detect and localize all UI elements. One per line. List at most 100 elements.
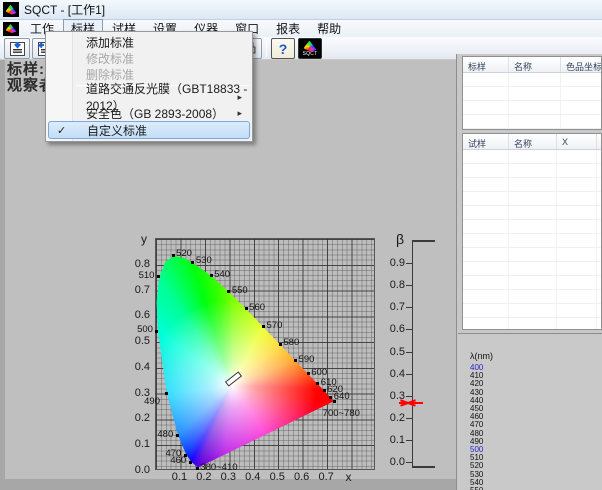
table-row[interactable] [463,276,601,290]
beta-tick-label: 0.2 [375,412,405,424]
chromaticity-diagram [155,238,375,470]
checkmark-icon: ✓ [57,124,66,137]
help-icon: ? [279,42,288,56]
table-row[interactable] [463,178,601,192]
table-row[interactable] [463,290,601,304]
wavelength-value: 470 [470,421,602,429]
dropdown-item[interactable]: 道路交通反光膜（GBT18833 - 2012）▸ [48,89,250,105]
table-cell [557,234,597,248]
document-system-icon[interactable] [3,22,19,36]
dropdown-item[interactable]: ✓自定义标准 [48,121,250,139]
table-row[interactable] [463,262,601,276]
table-cell [557,192,597,206]
beta-tick [406,418,412,419]
table-cell [509,87,561,101]
beta-tick [406,462,412,463]
table-cell [561,87,602,101]
table-row[interactable] [463,304,601,318]
wavelength-list: 4004104204304404504604704804905005105205… [470,364,602,490]
table-cell [597,164,602,178]
beta-axis-line [412,240,435,242]
column-header[interactable]: 名称 [509,134,557,149]
table-row[interactable] [463,248,601,262]
table-cell [597,192,602,206]
window-bottom-edge [0,479,456,490]
standard-table[interactable]: 标样名称色品坐标 [462,56,602,130]
table-cell [597,304,602,318]
table-cell [561,115,602,129]
table-cell [463,206,509,220]
table-row[interactable] [463,150,601,164]
table-row[interactable] [463,101,601,115]
wavelength-value: 480 [470,430,602,438]
y-tick-label: 0.3 [124,387,150,399]
table-cell [557,248,597,262]
beta-tick-label: 0.5 [375,346,405,358]
table-row[interactable] [463,192,601,206]
sample-table[interactable]: 试样名称XY [462,133,602,330]
wavelength-value: 440 [470,397,602,405]
column-header[interactable]: 名称 [509,57,561,72]
table-cell [509,290,557,304]
table-cell [509,318,557,330]
table-row[interactable] [463,318,601,330]
wavelength-header: λ(nm) [470,351,602,361]
wavelength-value: 540 [470,479,602,487]
beta-tick-label: 0.7 [375,301,405,313]
wavelength-value: 450 [470,405,602,413]
dropdown-item[interactable]: 修改标准 [48,50,250,66]
table-row[interactable] [463,206,601,220]
wavelength-value: 500 [470,446,602,454]
beta-marker-cross [400,400,416,407]
table-cell [463,248,509,262]
table-cell [463,290,509,304]
column-header[interactable]: Y [597,134,602,149]
column-header[interactable]: X [557,134,597,149]
beta-tick [406,329,412,330]
table-cell [509,262,557,276]
table-cell [561,73,602,87]
table-row[interactable] [463,220,601,234]
beta-tick-label: 0.9 [375,257,405,269]
wavelength-panel: λ(nm) 4004104204304404504604704804905005… [458,333,602,490]
table-cell [557,290,597,304]
column-header[interactable]: 标样 [463,57,509,72]
dropdown-item[interactable]: 安全色（GB 2893-2008）▸ [48,105,250,121]
dropdown-item[interactable]: 添加标准 [48,34,250,50]
wavelength-value: 520 [470,462,602,470]
column-header[interactable]: 色品坐标 [561,57,602,72]
menu-帮助[interactable]: 帮助 [309,19,349,38]
table-cell [557,318,597,330]
sqct-about-button[interactable]: SQCT [298,38,322,59]
table-cell [509,115,561,129]
table-cell [463,150,509,164]
submenu-arrow-icon: ▸ [237,92,242,103]
table-cell [557,206,597,220]
table-row[interactable] [463,164,601,178]
table-cell [463,87,509,101]
help-button[interactable]: ? [271,38,295,59]
table-cell [463,115,509,129]
beta-tick [406,396,412,397]
table-cell [597,290,602,304]
wavelength-value: 420 [470,380,602,388]
toolbar-separator [266,40,267,57]
beta-axis-line [412,240,413,468]
sqct-logo-label: SQCT [302,52,317,57]
table-row[interactable] [463,115,601,129]
table-row[interactable] [463,87,601,101]
submenu-arrow-icon: ▸ [237,108,242,119]
table-cell [557,164,597,178]
import-standard-button[interactable] [4,38,30,59]
y-tick-label: 0.7 [124,284,150,296]
table-row[interactable] [463,73,601,87]
dropdown-item-label: 添加标准 [86,34,134,51]
wavelength-value: 430 [470,389,602,397]
menu-报表[interactable]: 报表 [268,19,308,38]
table-cell [509,220,557,234]
beta-tick [406,374,412,375]
beta-tick-label: 0.8 [375,279,405,291]
table-row[interactable] [463,234,601,248]
beta-tick [406,352,412,353]
column-header[interactable]: 试样 [463,134,509,149]
